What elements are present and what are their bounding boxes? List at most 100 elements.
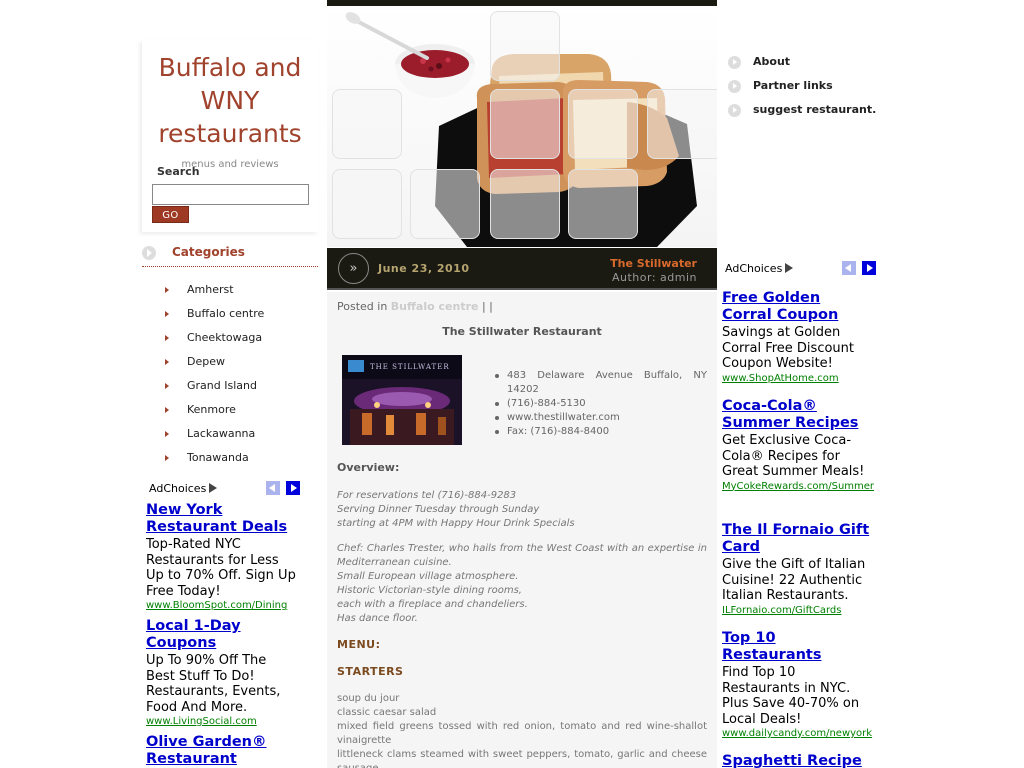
starter-item: mixed field greens tossed with red onion… bbox=[337, 721, 707, 746]
overview-line: starting at 4PM with Happy Hour Drink Sp… bbox=[337, 518, 575, 529]
post-title-link[interactable]: The Stillwater bbox=[560, 257, 697, 270]
category-label[interactable]: Buffalo centre bbox=[187, 307, 264, 320]
adchoices-label[interactable]: AdChoices bbox=[725, 262, 782, 275]
bullet-arrow-icon bbox=[728, 56, 741, 69]
arrow-right-icon bbox=[165, 287, 169, 293]
header-tile bbox=[490, 169, 560, 239]
category-item-grand-island[interactable]: Grand Island bbox=[160, 378, 318, 400]
ad-url[interactable]: MyCokeRewards.com/Summer bbox=[722, 480, 874, 493]
ad-body: Give the Gift of Italian Cuisine! 22 Aut… bbox=[722, 557, 866, 603]
ad-left-1[interactable]: New York Restaurant Deals Top-Rated NYC … bbox=[146, 502, 296, 612]
ad-title[interactable]: Coca-Cola® Summer Recipes bbox=[722, 398, 874, 432]
adchoices-right[interactable]: AdChoices bbox=[725, 262, 794, 275]
post-date: June 23, 2010 bbox=[378, 262, 470, 275]
header-tile bbox=[490, 89, 560, 159]
photo-brand-text: THE STILLWATER bbox=[370, 363, 450, 371]
category-item-cheektowaga[interactable]: Cheektowaga bbox=[160, 330, 318, 352]
adchoices-left[interactable]: AdChoices bbox=[149, 482, 218, 495]
posted-in-suffix: | | bbox=[481, 300, 493, 313]
category-label[interactable]: Depew bbox=[187, 355, 225, 368]
post-category-link[interactable]: Buffalo centre bbox=[391, 300, 479, 313]
chef-line: each with a fireplace and chandeliers. bbox=[337, 599, 528, 610]
post-heading: The Stillwater Restaurant bbox=[442, 325, 602, 338]
ad-url[interactable]: www.LivingSocial.com bbox=[146, 715, 296, 728]
posted-in-prefix: Posted in bbox=[337, 300, 388, 313]
ad-right-3[interactable]: The Il Fornaio Gift Card Give the Gift o… bbox=[722, 522, 874, 617]
arrow-right-icon bbox=[165, 311, 169, 317]
ad-title[interactable]: Free Golden Corral Coupon bbox=[722, 290, 874, 324]
ad-url[interactable]: www.BloomSpot.com/Dining bbox=[146, 599, 296, 612]
category-item-depew[interactable]: Depew bbox=[160, 354, 318, 376]
category-label[interactable]: Tonawanda bbox=[187, 451, 249, 464]
header-tile bbox=[332, 169, 402, 239]
category-label[interactable]: Amherst bbox=[187, 283, 234, 296]
page-link-label[interactable]: suggest restaurant. bbox=[753, 103, 876, 116]
search-go-button[interactable]: GO bbox=[152, 206, 189, 223]
ad-body: Get Exclusive Coca-Cola® Recipes for Gre… bbox=[722, 433, 865, 479]
ad-title[interactable]: Olive Garden® Restaurant bbox=[146, 734, 296, 768]
header-food-image bbox=[327, 6, 717, 247]
category-item-buffalo-centre[interactable]: Buffalo centre bbox=[160, 306, 318, 328]
category-label[interactable]: Grand Island bbox=[187, 379, 257, 392]
arrow-right-icon bbox=[165, 383, 169, 389]
header-tile bbox=[410, 169, 480, 239]
ad-next-button-right[interactable] bbox=[862, 261, 876, 275]
category-label[interactable]: Cheektowaga bbox=[187, 331, 262, 344]
info-website[interactable]: www.thestillwater.com bbox=[493, 411, 707, 425]
bullet-arrow-icon bbox=[728, 104, 741, 117]
overview-line: Serving Dinner Tuesday through Sunday bbox=[337, 504, 540, 515]
ad-title[interactable]: Local 1-Day Coupons bbox=[146, 618, 296, 652]
ad-title[interactable]: The Il Fornaio Gift Card bbox=[722, 522, 874, 556]
ad-right-4[interactable]: Top 10 Restaurants Find Top 10 Restauran… bbox=[722, 630, 874, 740]
info-fax: Fax: (716)-884-8400 bbox=[493, 425, 707, 439]
posted-in-line: Posted in Buffalo centre | | bbox=[337, 300, 493, 313]
bullet-arrow-icon bbox=[728, 80, 741, 93]
ad-title[interactable]: Top 10 Restaurants bbox=[722, 630, 874, 664]
ad-title[interactable]: Spaghetti Recipe bbox=[722, 753, 874, 768]
site-title[interactable]: Buffalo and WNY restaurants bbox=[142, 51, 318, 150]
chef-line: Has dance floor. bbox=[337, 613, 418, 624]
adchoices-label[interactable]: AdChoices bbox=[149, 482, 206, 495]
header-tile bbox=[490, 11, 560, 81]
ad-url[interactable]: www.ShopAtHome.com bbox=[722, 372, 874, 385]
ad-right-5[interactable]: Spaghetti Recipe bbox=[722, 753, 874, 768]
ad-body: Top-Rated NYC Restaurants for Less Up to… bbox=[146, 537, 296, 599]
starter-item: littleneck clams steamed with sweet pepp… bbox=[337, 749, 707, 768]
menu-label: MENU: bbox=[337, 638, 381, 651]
category-label[interactable]: Kenmore bbox=[187, 403, 236, 416]
category-label[interactable]: Lackawanna bbox=[187, 427, 255, 440]
arrow-right-icon bbox=[165, 455, 169, 461]
restaurant-info-list: 483 Delaware Avenue Buffalo, NY 14202 (7… bbox=[493, 369, 707, 439]
category-item-kenmore[interactable]: Kenmore bbox=[160, 402, 318, 424]
chef-line: Historic Victorian-style dining rooms, bbox=[337, 585, 522, 596]
double-chevron-right-icon[interactable]: » bbox=[338, 253, 369, 284]
chef-line: Chef: Charles Trester, who hails from th… bbox=[337, 543, 707, 568]
ad-body: Find Top 10 Restaurants in NYC. Plus Sav… bbox=[722, 665, 860, 727]
arrow-right-icon bbox=[165, 359, 169, 365]
restaurant-interior-illustration: THE STILLWATER bbox=[342, 355, 462, 445]
ad-left-3[interactable]: Olive Garden® Restaurant bbox=[146, 734, 296, 768]
ad-prev-button-right[interactable] bbox=[842, 261, 856, 275]
ad-title[interactable]: New York Restaurant Deals bbox=[146, 502, 296, 536]
ad-body: Up To 90% Off The Best Stuff To Do! Rest… bbox=[146, 653, 281, 715]
category-item-amherst[interactable]: Amherst bbox=[160, 282, 318, 304]
info-address: 483 Delaware Avenue Buffalo, NY 14202 bbox=[493, 369, 707, 397]
header-tile bbox=[332, 89, 402, 159]
ad-prev-button-left[interactable] bbox=[266, 481, 280, 495]
search-input[interactable] bbox=[152, 184, 309, 205]
post-author: Author: admin bbox=[611, 271, 697, 284]
starter-item: classic caesar salad bbox=[337, 707, 437, 718]
category-item-tonawanda[interactable]: Tonawanda bbox=[160, 450, 318, 472]
ad-left-2[interactable]: Local 1-Day Coupons Up To 90% Off The Be… bbox=[146, 618, 296, 728]
header-tile bbox=[568, 169, 638, 239]
adchoices-icon bbox=[209, 483, 218, 493]
page-link-label[interactable]: Partner links bbox=[753, 79, 833, 92]
ad-body: Savings at Golden Corral Free Discount C… bbox=[722, 325, 854, 371]
ad-right-2[interactable]: Coca-Cola® Summer Recipes Get Exclusive … bbox=[722, 398, 874, 493]
ad-url[interactable]: www.dailycandy.com/newyork bbox=[722, 727, 874, 740]
category-item-lackawanna[interactable]: Lackawanna bbox=[160, 426, 318, 448]
page-link-label[interactable]: About bbox=[753, 55, 790, 68]
ad-url[interactable]: ILFornaio.com/GiftCards bbox=[722, 604, 874, 617]
ad-next-button-left[interactable] bbox=[286, 481, 300, 495]
ad-right-1[interactable]: Free Golden Corral Coupon Savings at Gol… bbox=[722, 290, 874, 385]
